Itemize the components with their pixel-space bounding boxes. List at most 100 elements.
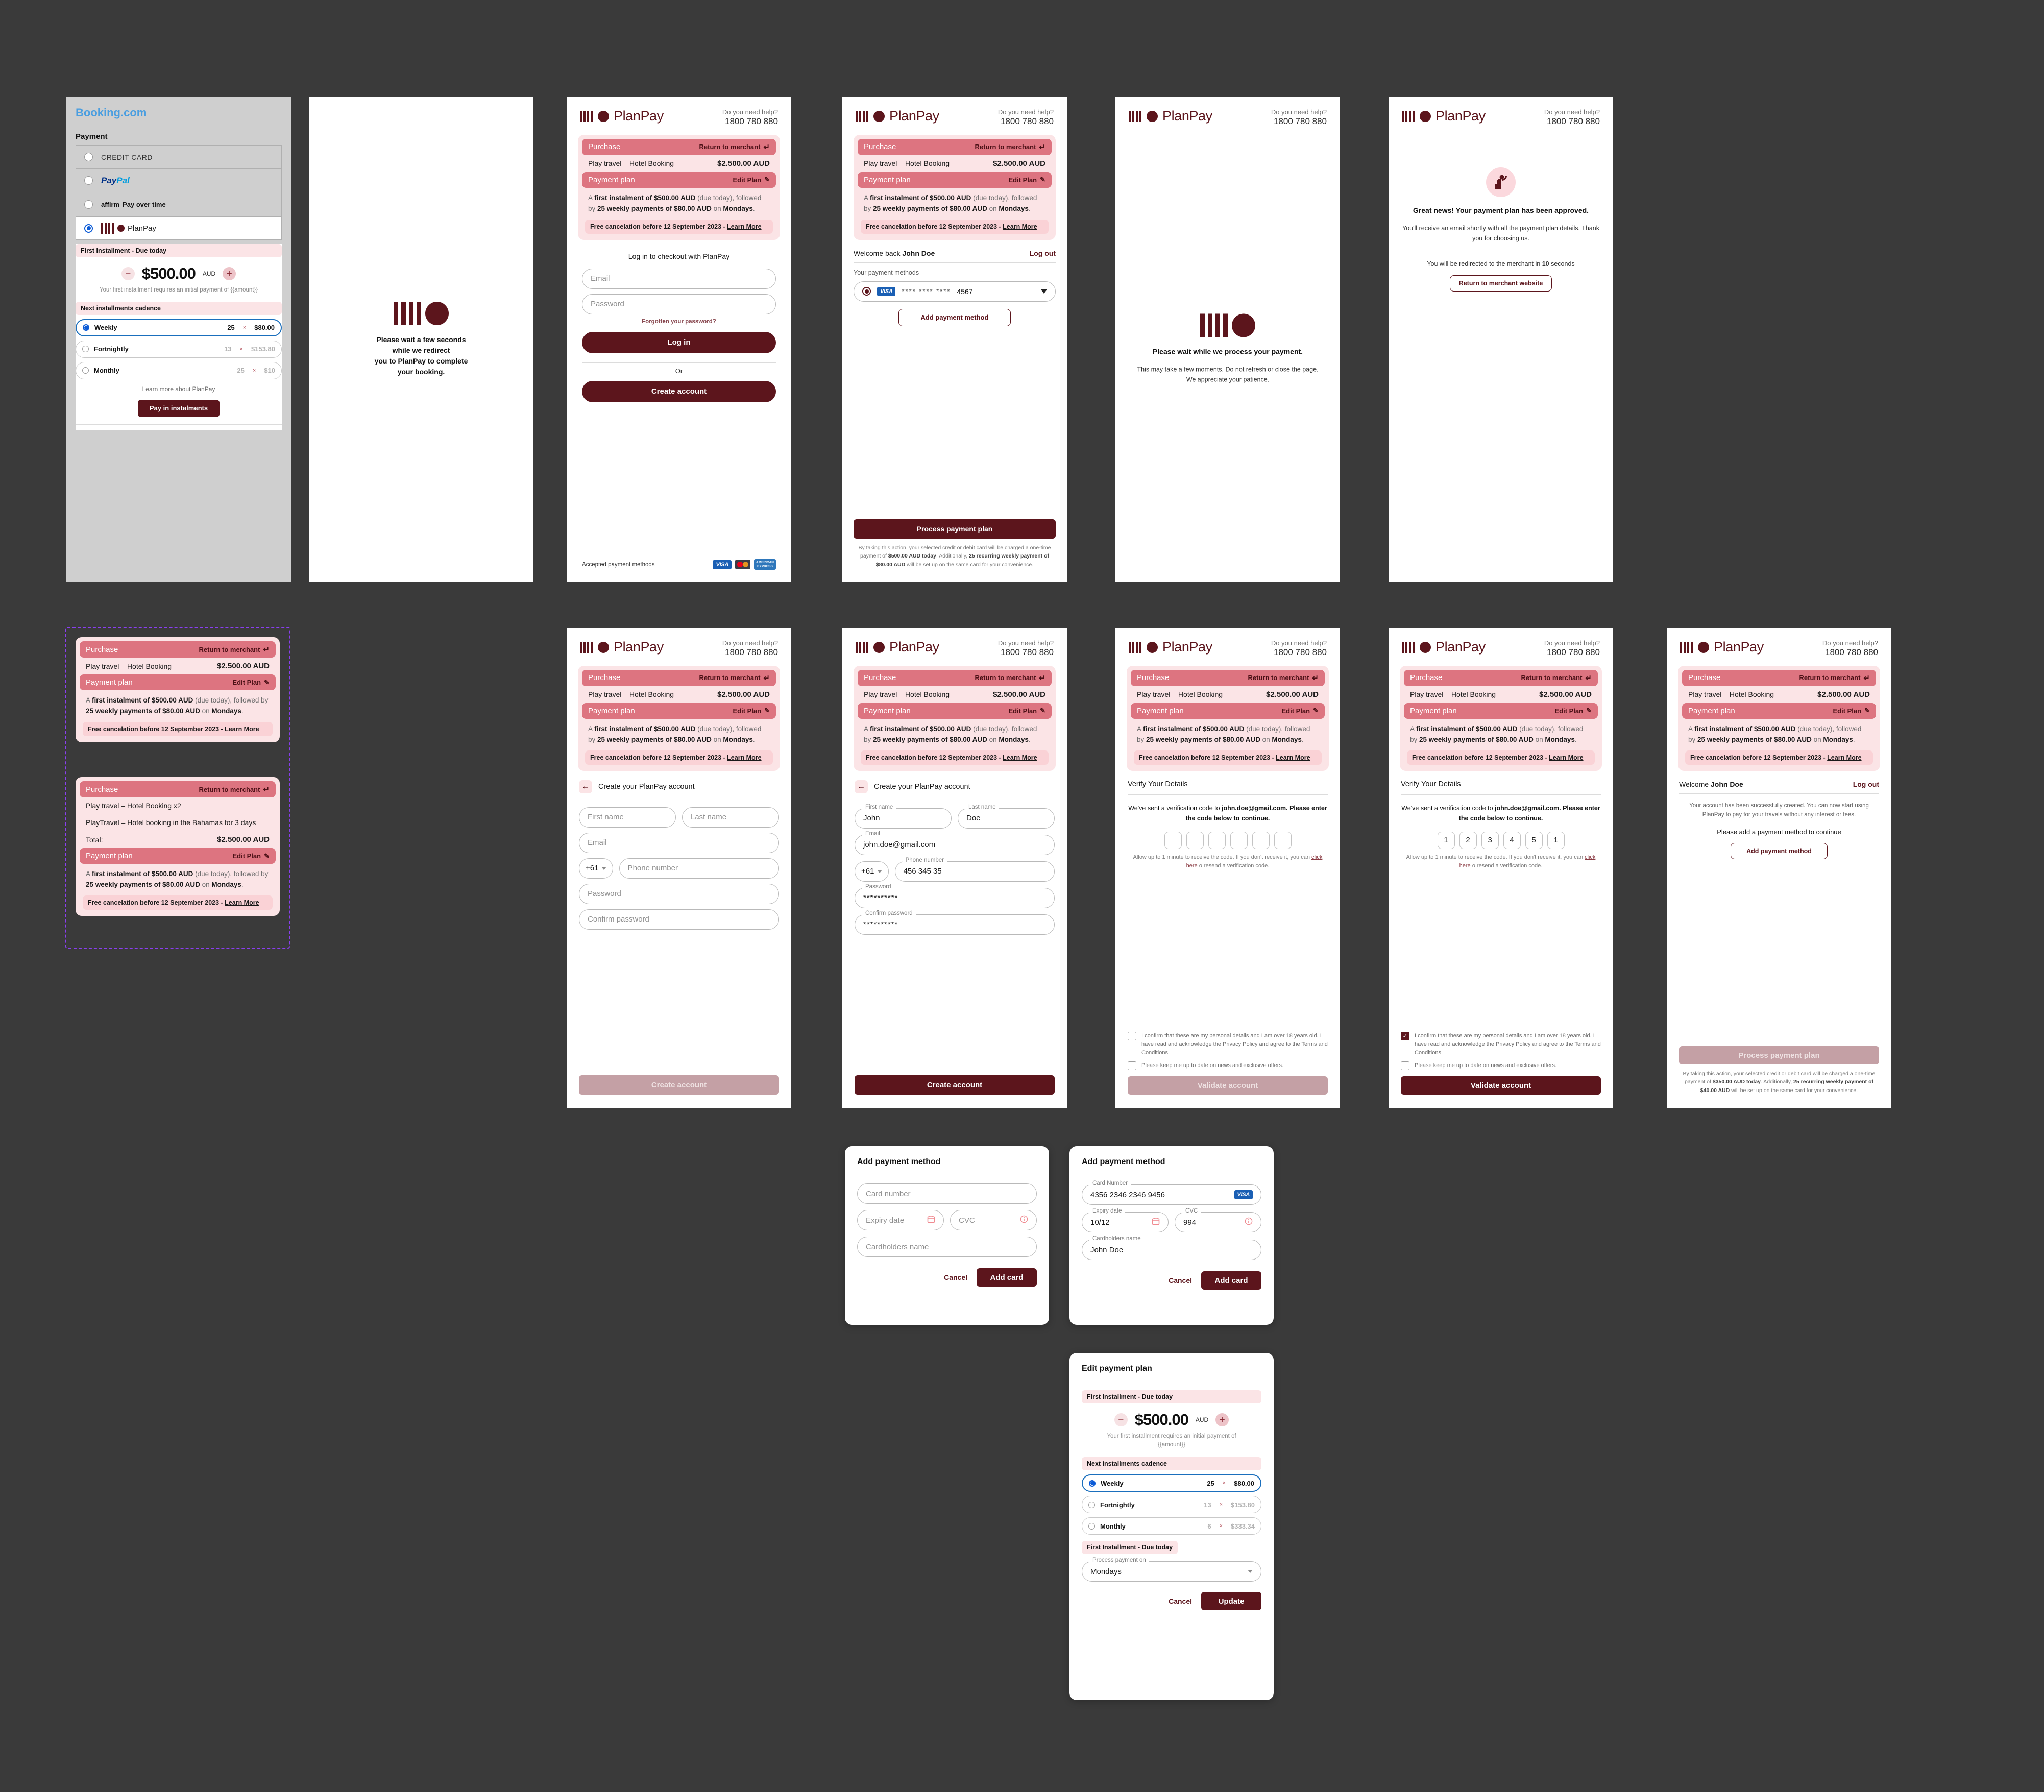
increase-amount-button[interactable]: +	[223, 267, 236, 280]
expiry-date-input[interactable]: Expiry date	[857, 1210, 944, 1230]
code-digit-6[interactable]: 1	[1547, 831, 1565, 849]
return-to-merchant-button[interactable]: Return to merchant ↵	[1248, 673, 1319, 683]
logout-button[interactable]: Log out	[1853, 780, 1879, 788]
increase-amount-button[interactable]: +	[1215, 1413, 1229, 1426]
country-code-select[interactable]: +61	[579, 858, 613, 879]
cancellation-learn-more-link[interactable]: Learn More	[225, 899, 259, 906]
expiry-date-input[interactable]: Expiry date 10/12	[1082, 1208, 1169, 1232]
country-code-select[interactable]: +61	[855, 861, 889, 882]
code-digit-6[interactable]	[1274, 831, 1292, 849]
cancel-button[interactable]: Cancel	[1169, 1597, 1192, 1605]
return-to-merchant-button[interactable]: Return to merchant ↵	[1521, 673, 1592, 683]
cadence-option-monthly[interactable]: Monthly 6 × $333.34	[1082, 1517, 1261, 1535]
first-name-input[interactable]: First name John	[855, 804, 952, 829]
cadence-option-monthly[interactable]: Monthly 25 × $10	[76, 361, 282, 379]
info-icon[interactable]	[1245, 1217, 1253, 1227]
radio-weekly[interactable]	[1089, 1480, 1096, 1487]
payment-option-affirm[interactable]: affirm Pay over time	[76, 192, 281, 216]
decrease-amount-button[interactable]: −	[1114, 1413, 1128, 1426]
edit-plan-button[interactable]: Edit Plan ✎	[1008, 707, 1045, 715]
code-digit-2[interactable]	[1186, 831, 1204, 849]
validate-account-button[interactable]: Validate account	[1401, 1076, 1601, 1095]
cvc-input[interactable]: CVC	[950, 1210, 1037, 1230]
code-digit-1[interactable]	[1164, 831, 1182, 849]
info-icon[interactable]	[1020, 1215, 1028, 1225]
forgot-password-link[interactable]: Forgotten your password?	[582, 319, 776, 325]
edit-plan-button[interactable]: Edit Plan ✎	[1554, 707, 1592, 715]
process-payment-plan-button[interactable]: Process payment plan	[1679, 1046, 1879, 1065]
edit-plan-button[interactable]: Edit Plan ✎	[1281, 707, 1319, 715]
code-digit-5[interactable]	[1252, 831, 1270, 849]
code-digit-3[interactable]	[1208, 831, 1226, 849]
return-to-merchant-button[interactable]: Return to merchant ↵	[699, 142, 770, 152]
consent-checkbox-terms[interactable]	[1128, 1031, 1136, 1040]
consent-row-1[interactable]: I confirm that these are my personal det…	[1401, 1031, 1601, 1057]
radio-monthly[interactable]	[82, 367, 89, 374]
cancellation-learn-more-link[interactable]: Learn More	[1276, 754, 1310, 761]
password-input[interactable]: Password **********	[855, 883, 1055, 908]
return-to-merchant-website-button[interactable]: Return to merchant website	[1450, 275, 1552, 292]
cadence-option-fortnightly[interactable]: Fortnightly 13 × $153.80	[1082, 1496, 1261, 1514]
card-number-input[interactable]: Card Number 4356 2346 2346 9456 VISA	[1082, 1180, 1261, 1205]
radio-saved-card[interactable]	[862, 287, 871, 296]
cancellation-learn-more-link[interactable]: Learn More	[1827, 754, 1861, 761]
return-to-merchant-button[interactable]: Return to merchant ↵	[975, 673, 1045, 683]
return-to-merchant-button[interactable]: Return to merchant ↵	[199, 785, 270, 794]
update-button[interactable]: Update	[1201, 1592, 1261, 1611]
code-digit-5[interactable]: 5	[1525, 831, 1543, 849]
card-number-input[interactable]: Card number	[857, 1183, 1037, 1204]
email-input[interactable]: Email	[579, 832, 779, 853]
password-input[interactable]: Password	[582, 294, 776, 314]
edit-plan-button[interactable]: Edit Plan ✎	[733, 176, 770, 184]
cancellation-learn-more-link[interactable]: Learn More	[1003, 223, 1037, 230]
cancellation-learn-more-link[interactable]: Learn More	[1003, 754, 1037, 761]
radio-paypal[interactable]	[84, 176, 93, 185]
phone-input[interactable]: Phone number 456 345 35	[894, 857, 1055, 882]
create-account-button[interactable]: Create account	[582, 380, 776, 402]
cancellation-learn-more-link[interactable]: Learn More	[727, 754, 761, 761]
last-name-input[interactable]: Last name Doe	[958, 804, 1055, 829]
cancel-button[interactable]: Cancel	[944, 1273, 967, 1281]
process-payment-plan-button[interactable]: Process payment plan	[854, 519, 1056, 539]
consent-checkbox-terms[interactable]	[1401, 1031, 1409, 1040]
add-payment-method-button[interactable]: Add payment method	[898, 308, 1011, 326]
validate-account-button[interactable]: Validate account	[1128, 1076, 1328, 1095]
phone-input[interactable]: Phone number	[619, 858, 779, 879]
edit-plan-button[interactable]: Edit Plan ✎	[1008, 176, 1045, 184]
create-account-submit-button[interactable]: Create account	[855, 1075, 1055, 1095]
pay-in-instalments-button[interactable]: Pay in instalments	[138, 399, 220, 417]
payment-option-credit-card[interactable]: CREDIT CARD	[76, 146, 281, 169]
radio-monthly[interactable]	[1088, 1522, 1095, 1530]
login-button[interactable]: Log in	[582, 331, 776, 353]
logout-button[interactable]: Log out	[1030, 249, 1056, 257]
consent-row-2[interactable]: Please keep me up to date on news and ex…	[1401, 1061, 1601, 1070]
cancellation-learn-more-link[interactable]: Learn More	[225, 725, 259, 733]
code-digit-1[interactable]: 1	[1437, 831, 1455, 849]
edit-plan-button[interactable]: Edit Plan ✎	[733, 707, 770, 715]
payment-option-paypal[interactable]: PayPal	[76, 169, 281, 192]
return-to-merchant-button[interactable]: Return to merchant ↵	[975, 142, 1045, 152]
confirm-password-input[interactable]: Confirm password **********	[855, 910, 1055, 935]
email-input[interactable]: Email john.doe@gmail.com	[855, 830, 1055, 855]
code-digit-4[interactable]	[1230, 831, 1248, 849]
radio-fortnightly[interactable]	[1088, 1501, 1095, 1508]
radio-credit-card[interactable]	[84, 153, 93, 161]
cardholder-name-input[interactable]: Cardholders name John Doe	[1082, 1236, 1261, 1260]
radio-fortnightly[interactable]	[82, 346, 89, 353]
cancellation-learn-more-link[interactable]: Learn More	[727, 223, 761, 230]
add-card-button[interactable]: Add card	[1201, 1271, 1261, 1290]
add-payment-method-button[interactable]: Add payment method	[1731, 842, 1828, 859]
return-to-merchant-button[interactable]: Return to merchant ↵	[699, 673, 770, 683]
saved-card-row[interactable]: VISA **** **** **** 4567	[854, 281, 1056, 302]
edit-plan-button[interactable]: Edit Plan ✎	[1833, 707, 1870, 715]
create-account-submit-button[interactable]: Create account	[579, 1075, 779, 1095]
consent-checkbox-marketing[interactable]	[1128, 1061, 1136, 1070]
edit-plan-button[interactable]: Edit Plan ✎	[232, 679, 270, 687]
code-digit-4[interactable]: 4	[1503, 831, 1521, 849]
consent-row-1[interactable]: I confirm that these are my personal det…	[1128, 1031, 1328, 1057]
calendar-icon[interactable]	[1152, 1217, 1160, 1227]
add-card-button[interactable]: Add card	[977, 1268, 1037, 1287]
cadence-option-weekly[interactable]: Weekly 25 × $80.00	[1082, 1474, 1261, 1492]
cadence-option-fortnightly[interactable]: Fortnightly 13 × $153.80	[76, 340, 282, 358]
calendar-icon[interactable]	[927, 1215, 935, 1225]
